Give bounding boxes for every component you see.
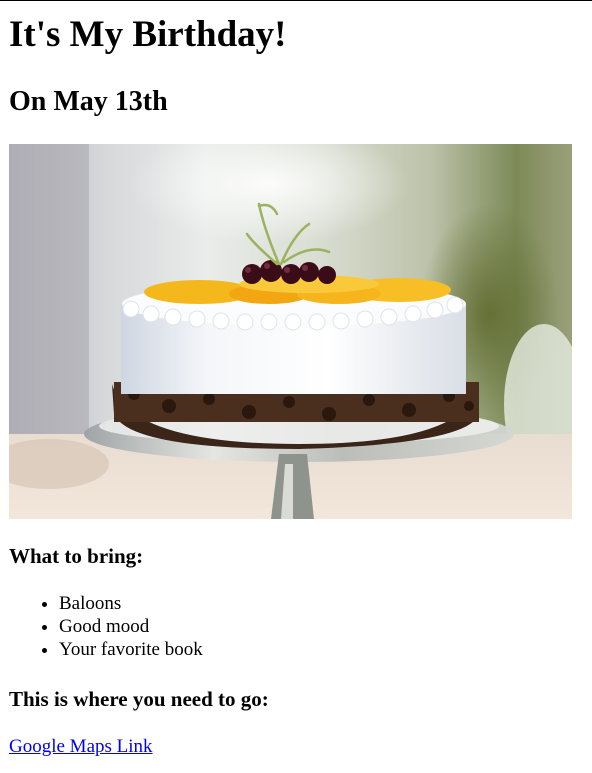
list-item: Good mood [59, 615, 203, 638]
page-title: It's My Birthday! [9, 14, 287, 55]
google-maps-link[interactable]: Google Maps Link [9, 735, 153, 758]
top-border [0, 0, 592, 1]
list-item: Your favorite book [59, 638, 203, 661]
directions-heading: This is where you need to go: [9, 687, 269, 711]
page-subtitle: On May 13th [9, 86, 168, 117]
bring-list: Baloons Good mood Your favorite book [9, 592, 203, 661]
list-item: Baloons [59, 592, 203, 615]
cake-photo [9, 144, 572, 519]
what-to-bring-heading: What to bring: [9, 544, 144, 568]
